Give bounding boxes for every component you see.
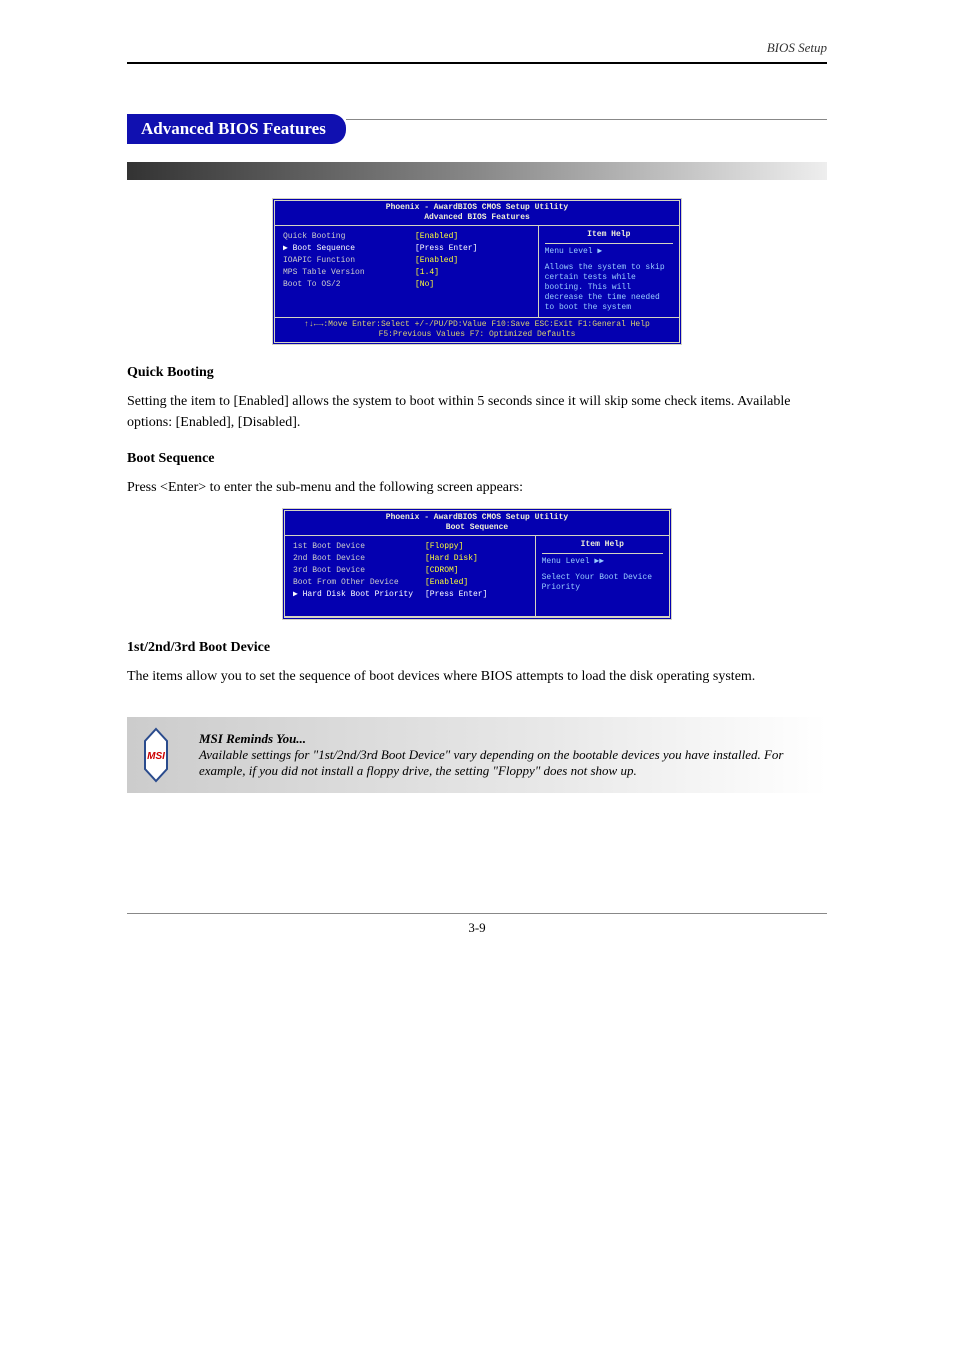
bios-option-row: 2nd Boot Device[Hard Disk] xyxy=(293,554,487,564)
page-header: BIOS Setup xyxy=(127,40,827,64)
note-box: MSI MSI Reminds You... Available setting… xyxy=(127,717,827,793)
bios2-title: Phoenix - AwardBIOS CMOS Setup Utility B… xyxy=(285,511,669,535)
heading-rule xyxy=(346,119,827,120)
bios-options-table: Quick Booting[Enabled]▶ Boot Sequence[Pr… xyxy=(281,230,479,292)
bios2-title-line2: Boot Sequence xyxy=(446,523,508,532)
boot-sequence-heading: Boot Sequence xyxy=(127,451,827,467)
bios-options-pane: Quick Booting[Enabled]▶ Boot Sequence[Pr… xyxy=(275,226,538,317)
bios-option-value: [Enabled] xyxy=(415,232,477,242)
bios-screenshot-boot-sequence: Phoenix - AwardBIOS CMOS Setup Utility B… xyxy=(282,508,672,620)
bios-option-value: [Press Enter] xyxy=(425,590,487,600)
boot-device-text: The items allow you to set the sequence … xyxy=(127,666,827,687)
bios-screenshot-advanced: Phoenix - AwardBIOS CMOS Setup Utility A… xyxy=(272,198,682,345)
bios-option-value: [CDROM] xyxy=(425,566,487,576)
note-heading: MSI Reminds You... xyxy=(199,731,306,746)
section-heading-row: Advanced BIOS Features xyxy=(127,94,827,144)
bios-option-row: ▶ Hard Disk Boot Priority[Press Enter] xyxy=(293,590,487,600)
bios-option-label: Boot From Other Device xyxy=(293,578,423,588)
boot-sequence-text: Press <Enter> to enter the sub-menu and … xyxy=(127,477,827,498)
help-menu-level: Menu Level ▶ xyxy=(545,247,673,257)
bios-option-row: IOAPIC Function[Enabled] xyxy=(283,256,477,266)
bios-option-row: 1st Boot Device[Floppy] xyxy=(293,542,487,552)
running-head: BIOS Setup xyxy=(127,40,827,56)
bios-title-line1: Phoenix - AwardBIOS CMOS Setup Utility xyxy=(386,203,568,212)
help-heading: Item Help xyxy=(545,230,673,244)
quick-booting-heading: Quick Booting xyxy=(127,365,827,381)
svg-text:MSI: MSI xyxy=(147,751,165,762)
bios-option-label: Quick Booting xyxy=(283,232,413,242)
bios-option-label: Boot To OS/2 xyxy=(283,280,413,290)
bios-option-row: 3rd Boot Device[CDROM] xyxy=(293,566,487,576)
bios-option-label: MPS Table Version xyxy=(283,268,413,278)
bios2-title-line1: Phoenix - AwardBIOS CMOS Setup Utility xyxy=(386,513,568,522)
bios-option-row: Boot To OS/2[No] xyxy=(283,280,477,290)
msi-logo-icon: MSI xyxy=(133,727,179,783)
bios-option-label: ▶ Hard Disk Boot Priority xyxy=(293,590,423,600)
bios-option-value: [Hard Disk] xyxy=(425,554,487,564)
bios2-help-heading: Item Help xyxy=(542,540,663,554)
bios-footer-line2: F5:Previous Values F7: Optimized Default… xyxy=(379,330,576,339)
bios2-help-pane: Item Help Menu Level ▶▶ Select Your Boot… xyxy=(535,536,669,616)
bios-option-label: ▶ Boot Sequence xyxy=(283,244,413,254)
bios2-help-menu-level: Menu Level ▶▶ xyxy=(542,557,663,567)
bios-option-value: [Enabled] xyxy=(415,256,477,266)
help-body: Allows the system to skip certain tests … xyxy=(545,263,673,313)
bios-option-value: [1.4] xyxy=(415,268,477,278)
bios-option-row: MPS Table Version[1.4] xyxy=(283,268,477,278)
bios-option-value: [Press Enter] xyxy=(415,244,477,254)
note-text: Available settings for "1st/2nd/3rd Boot… xyxy=(199,747,783,778)
bios-footer: ↑↓←→:Move Enter:Select +/-/PU/PD:Value F… xyxy=(275,318,679,342)
bios-title-1: Phoenix - AwardBIOS CMOS Setup Utility A… xyxy=(275,201,679,225)
bios2-options-table: 1st Boot Device[Floppy]2nd Boot Device[H… xyxy=(291,540,489,602)
bios-option-row: Boot From Other Device[Enabled] xyxy=(293,578,487,588)
gradient-divider xyxy=(127,162,827,180)
bios-option-row: ▶ Boot Sequence[Press Enter] xyxy=(283,244,477,254)
bios-option-label: IOAPIC Function xyxy=(283,256,413,266)
bios-help-pane: Item Help Menu Level ▶ Allows the system… xyxy=(538,226,679,317)
section-heading: Advanced BIOS Features xyxy=(127,114,346,144)
bios-title-line2: Advanced BIOS Features xyxy=(424,213,530,222)
bios-option-value: [Floppy] xyxy=(425,542,487,552)
quick-booting-text: Setting the item to [Enabled] allows the… xyxy=(127,391,827,433)
boot-device-heading: 1st/2nd/3rd Boot Device xyxy=(127,640,827,656)
bios-option-row: Quick Booting[Enabled] xyxy=(283,232,477,242)
bios-option-label: 2nd Boot Device xyxy=(293,554,423,564)
bios-footer-line1: ↑↓←→:Move Enter:Select +/-/PU/PD:Value F… xyxy=(304,320,650,329)
bios-option-label: 3rd Boot Device xyxy=(293,566,423,576)
footer-page-number: 3-9 xyxy=(127,913,827,936)
bios-option-value: [No] xyxy=(415,280,477,290)
bios2-help-body: Select Your Boot Device Priority xyxy=(542,573,663,593)
bios-option-value: [Enabled] xyxy=(425,578,487,588)
bios2-options-pane: 1st Boot Device[Floppy]2nd Boot Device[H… xyxy=(285,536,535,616)
bios-option-label: 1st Boot Device xyxy=(293,542,423,552)
